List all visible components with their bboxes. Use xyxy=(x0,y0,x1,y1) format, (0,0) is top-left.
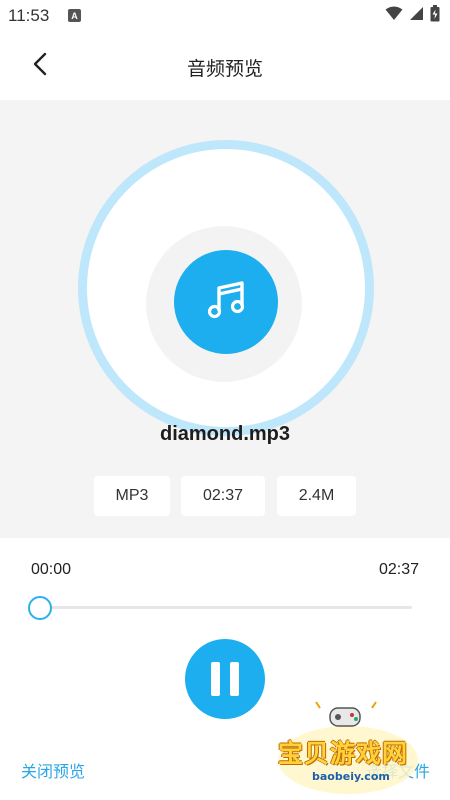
duration-chip: 02:37 xyxy=(181,476,265,516)
status-icons xyxy=(385,5,440,27)
battery-icon xyxy=(430,5,440,27)
watermark-logo: 宝贝游戏网 baobeiy.com xyxy=(272,700,422,796)
audio-preview-panel: diamond.mp3 MP3 02:37 2.4M xyxy=(0,100,450,538)
status-bar: 11:53 A xyxy=(0,0,450,32)
page-title: 音频预览 xyxy=(186,59,263,80)
seek-bar-thumb[interactable] xyxy=(28,596,52,620)
total-time: 02:37 xyxy=(378,561,419,578)
seek-bar-track[interactable] xyxy=(40,606,412,609)
wifi-icon xyxy=(385,6,403,26)
watermark-text: 宝贝游戏网 xyxy=(278,739,409,768)
size-chip: 2.4M xyxy=(277,476,356,516)
music-note-badge xyxy=(174,250,278,354)
close-preview-button[interactable]: 关闭预览 xyxy=(21,758,85,782)
notification-a-icon: A xyxy=(68,9,81,22)
watermark-url: baobeiy.com xyxy=(312,770,390,783)
current-time: 00:00 xyxy=(31,561,72,578)
music-note-icon xyxy=(204,278,248,327)
audio-file-name: diamond.mp3 xyxy=(159,423,290,445)
status-time: 11:53 xyxy=(8,6,50,25)
cellular-signal-icon xyxy=(409,6,424,26)
pause-button[interactable] xyxy=(185,639,265,719)
format-chip: MP3 xyxy=(94,476,170,516)
pause-icon xyxy=(206,662,244,696)
header: 音频预览 xyxy=(0,32,450,100)
